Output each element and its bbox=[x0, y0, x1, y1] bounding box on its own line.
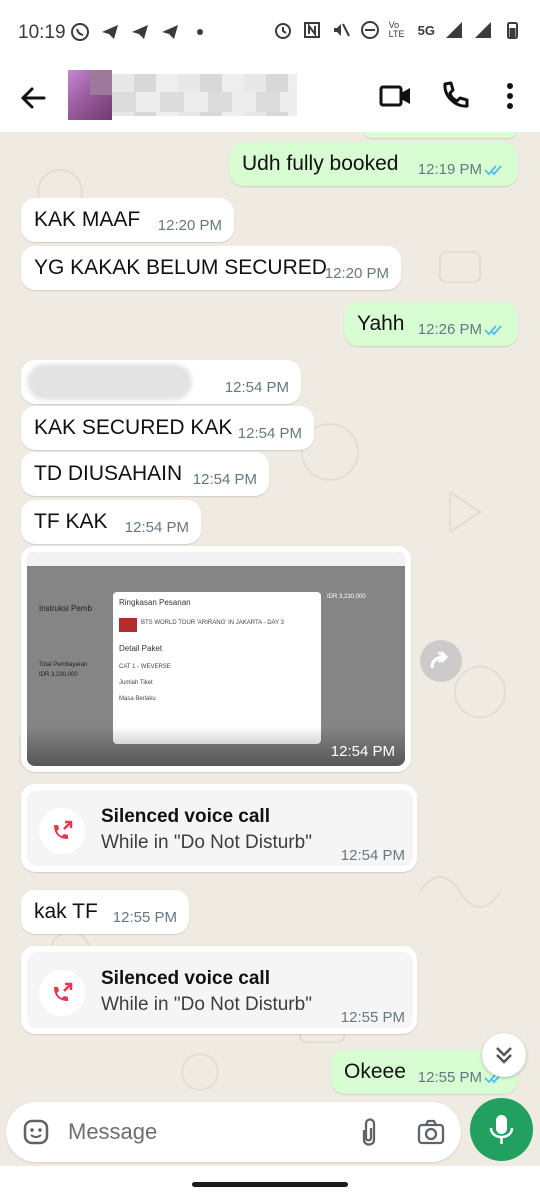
5g-signal-icon bbox=[446, 22, 462, 38]
missed-call-icon bbox=[39, 808, 85, 854]
dnd-icon bbox=[360, 21, 379, 39]
camera-icon[interactable] bbox=[416, 1118, 446, 1146]
alarm-icon bbox=[274, 23, 291, 39]
more-vert-icon[interactable] bbox=[490, 76, 530, 116]
redacted-text bbox=[27, 364, 192, 400]
status-bar: 10:19 Vo LTE 5G bbox=[0, 0, 540, 62]
message-bubble-partial bbox=[362, 132, 518, 138]
message-time: 12:26 PM bbox=[417, 321, 482, 338]
nfc-icon bbox=[303, 22, 320, 38]
message-time: 12:54 PM bbox=[340, 847, 405, 864]
message-time: 12:19 PM bbox=[417, 161, 482, 178]
image-total-value: IDR 3,230,000 bbox=[39, 672, 78, 678]
message-text: kak TF bbox=[34, 900, 98, 923]
paperclip-icon[interactable] bbox=[356, 1116, 382, 1148]
message-time: 12:54 PM bbox=[237, 425, 302, 442]
image-side-label: Instruksi Pemb bbox=[39, 604, 92, 613]
chat-header bbox=[0, 62, 540, 132]
message-bubble-incoming[interactable]: KAK MAAF 12:20 PM bbox=[21, 198, 234, 242]
message-time: 12:55 PM bbox=[112, 909, 177, 926]
mic-button[interactable] bbox=[470, 1098, 533, 1161]
message-time: 12:54 PM bbox=[192, 471, 257, 488]
dot-icon bbox=[197, 29, 203, 35]
home-gesture-pill[interactable] bbox=[192, 1182, 348, 1187]
missed-call-icon bbox=[39, 970, 85, 1016]
message-bubble-outgoing[interactable]: Yahh 12:26 PM bbox=[344, 302, 518, 346]
image-message[interactable]: Instruksi Pemb Total Pembayaran IDR 3,23… bbox=[21, 546, 411, 772]
message-bubble-incoming[interactable]: YG KAKAK BELUM SECURED 12:20 PM bbox=[21, 246, 401, 290]
mic-icon bbox=[489, 1115, 514, 1144]
system-icons: Vo LTE 5G bbox=[273, 20, 522, 40]
message-text: Yahh bbox=[357, 312, 405, 335]
contact-name-redacted-2 bbox=[112, 92, 297, 112]
message-bubble-outgoing[interactable]: Udh fully booked 12:19 PM bbox=[229, 142, 518, 186]
message-text: Okeee bbox=[344, 1060, 406, 1083]
image-qty-label: Jumlah Tiket bbox=[119, 680, 153, 686]
double-chevron-down-icon bbox=[496, 1047, 512, 1064]
message-time: 12:20 PM bbox=[157, 217, 222, 234]
telegram-icon bbox=[162, 25, 178, 39]
battery-icon bbox=[507, 22, 518, 39]
notification-icons bbox=[70, 22, 210, 42]
emoji-icon[interactable] bbox=[22, 1118, 50, 1146]
message-time: 12:54 PM bbox=[224, 379, 289, 396]
image-item: BTS WORLD TOUR 'ARIRANG' IN JAKARTA - DA… bbox=[141, 620, 284, 626]
message-text: TD DIUSAHAIN bbox=[34, 462, 183, 485]
message-input[interactable]: Message bbox=[68, 1119, 157, 1145]
message-bubble-incoming[interactable]: TD DIUSAHAIN 12:54 PM bbox=[21, 452, 269, 496]
call-title: Silenced voice call bbox=[101, 806, 270, 827]
image-browser-bar bbox=[27, 552, 405, 566]
message-text: YG KAKAK BELUM SECURED bbox=[34, 256, 327, 279]
call-title: Silenced voice call bbox=[101, 968, 270, 989]
scroll-to-bottom-button[interactable] bbox=[482, 1033, 526, 1077]
voice-call-icon[interactable] bbox=[435, 76, 475, 116]
image-modal-title: Ringkasan Pesanan bbox=[119, 598, 191, 607]
call-subtitle: While in "Do Not Disturb" bbox=[101, 994, 312, 1015]
message-bubble-redacted[interactable]: 12:54 PM bbox=[21, 360, 301, 404]
mute-icon bbox=[333, 23, 350, 37]
image-total-label: Total Pembayaran bbox=[39, 662, 88, 668]
message-text: TF KAK bbox=[34, 510, 108, 533]
contact-avatar[interactable] bbox=[68, 70, 112, 120]
read-ticks-icon bbox=[484, 325, 502, 336]
message-time: 12:54 PM bbox=[330, 743, 395, 760]
back-arrow-icon[interactable] bbox=[14, 78, 54, 118]
message-text: KAK MAAF bbox=[34, 208, 141, 231]
image-modal: Ringkasan Pesanan BTS WORLD TOUR 'ARIRAN… bbox=[113, 592, 321, 744]
network-label: 5G bbox=[417, 22, 435, 38]
message-time: 12:55 PM bbox=[340, 1009, 405, 1026]
message-composer[interactable]: Message bbox=[6, 1102, 461, 1162]
call-message[interactable]: Silenced voice call While in "Do Not Dis… bbox=[21, 784, 417, 872]
message-time: 12:55 PM bbox=[417, 1069, 482, 1086]
call-message[interactable]: Silenced voice call While in "Do Not Dis… bbox=[21, 946, 417, 1034]
message-time: 12:54 PM bbox=[124, 519, 189, 536]
read-ticks-icon bbox=[484, 165, 502, 176]
telegram-icon bbox=[132, 25, 148, 39]
message-bubble-incoming[interactable]: TF KAK 12:54 PM bbox=[21, 500, 201, 544]
message-time: 12:20 PM bbox=[324, 265, 389, 282]
message-bubble-incoming[interactable]: kak TF 12:55 PM bbox=[21, 890, 189, 934]
whatsapp-icon bbox=[71, 23, 89, 41]
image-section: Detail Paket bbox=[119, 644, 163, 653]
system-nav-bar bbox=[0, 1166, 540, 1200]
message-text: Udh fully booked bbox=[242, 152, 399, 175]
forward-icon bbox=[430, 650, 449, 669]
status-time: 10:19 bbox=[18, 22, 66, 43]
image-category: CAT 1 - WEVERSE bbox=[119, 664, 171, 670]
volte-label: Vo LTE bbox=[388, 20, 405, 39]
telegram-icon bbox=[102, 25, 118, 39]
chat-messages[interactable]: Udh fully booked 12:19 PM KAK MAAF 12:20… bbox=[0, 132, 540, 1102]
screenshot-image[interactable]: Instruksi Pemb Total Pembayaran IDR 3,23… bbox=[27, 552, 405, 766]
call-subtitle: While in "Do Not Disturb" bbox=[101, 832, 312, 853]
image-validity-label: Masa Berlaku bbox=[119, 696, 156, 702]
image-total-value-right: IDR 3,230,000 bbox=[327, 594, 366, 600]
message-bubble-incoming[interactable]: KAK SECURED KAK 12:54 PM bbox=[21, 406, 314, 450]
video-call-icon[interactable] bbox=[376, 76, 416, 116]
message-text: KAK SECURED KAK bbox=[34, 416, 233, 439]
image-ticket-thumb bbox=[119, 618, 137, 632]
signal-icon bbox=[475, 22, 491, 38]
forward-button[interactable] bbox=[420, 640, 462, 682]
